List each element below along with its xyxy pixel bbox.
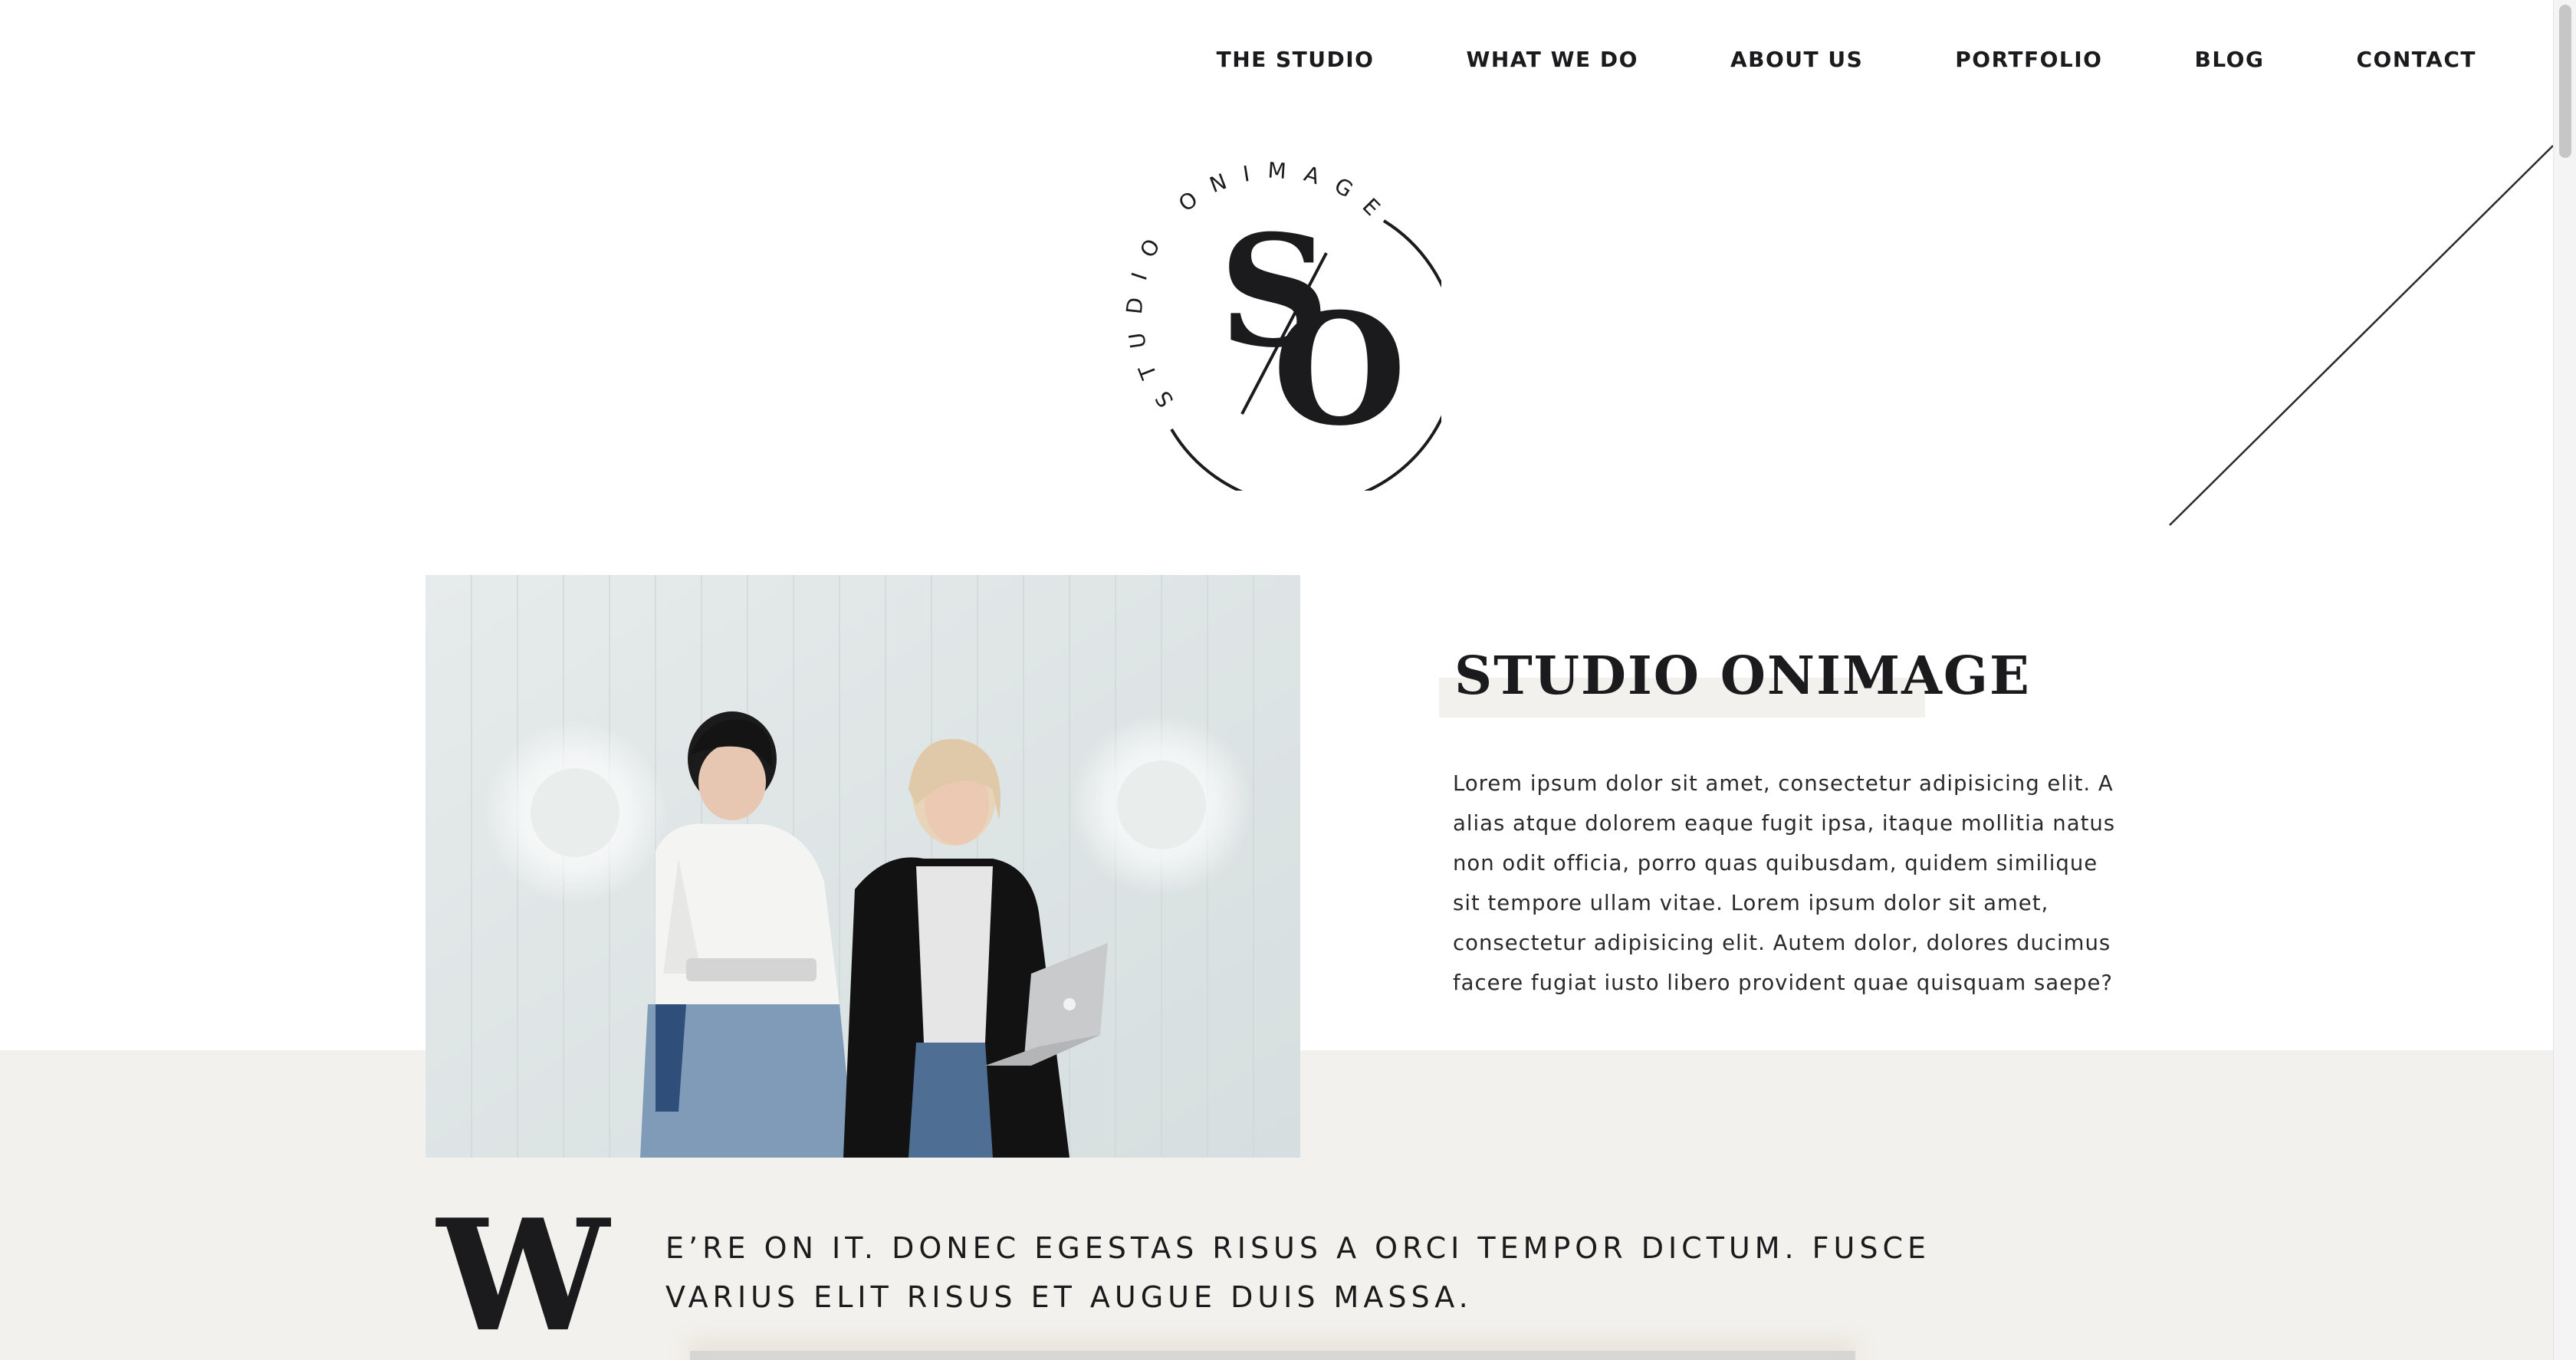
scrollbar-thumb[interactable] [2559,5,2571,158]
nav-item-portfolio[interactable]: PORTFOLIO [1955,43,2102,77]
intro-title-block: STUDIO ONIMAGE [1439,641,2031,718]
statement-text: E’RE ON IT. DONEC EGESTAS RISUS A ORCI T… [665,1231,1931,1314]
nav-item-what-we-do[interactable]: WHAT WE DO [1466,43,1638,77]
logo-monogram-o: O [1273,280,1406,460]
team-photo [426,575,1300,1158]
nav-item-blog[interactable]: BLOG [2194,43,2264,77]
studio-logo[interactable]: STUDIO ONIMAGE S O [1119,153,1441,491]
nav-item-about-us[interactable]: ABOUT US [1730,43,1863,77]
intro-paragraph: Lorem ipsum dolor sit amet, consectetur … [1453,771,2116,995]
next-section-card [690,1351,1855,1360]
nav-item-contact[interactable]: CONTACT [2356,43,2476,77]
nav-item-the-studio[interactable]: THE STUDIO [1217,43,1375,77]
decorative-diagonal-line [2169,145,2554,526]
main-nav: THE STUDIO WHAT WE DO ABOUT US PORTFOLIO… [1217,43,2476,77]
drop-cap: W [437,1186,610,1360]
page-scrollbar[interactable] [2553,0,2576,1360]
page-title: STUDIO ONIMAGE [1454,646,2031,707]
